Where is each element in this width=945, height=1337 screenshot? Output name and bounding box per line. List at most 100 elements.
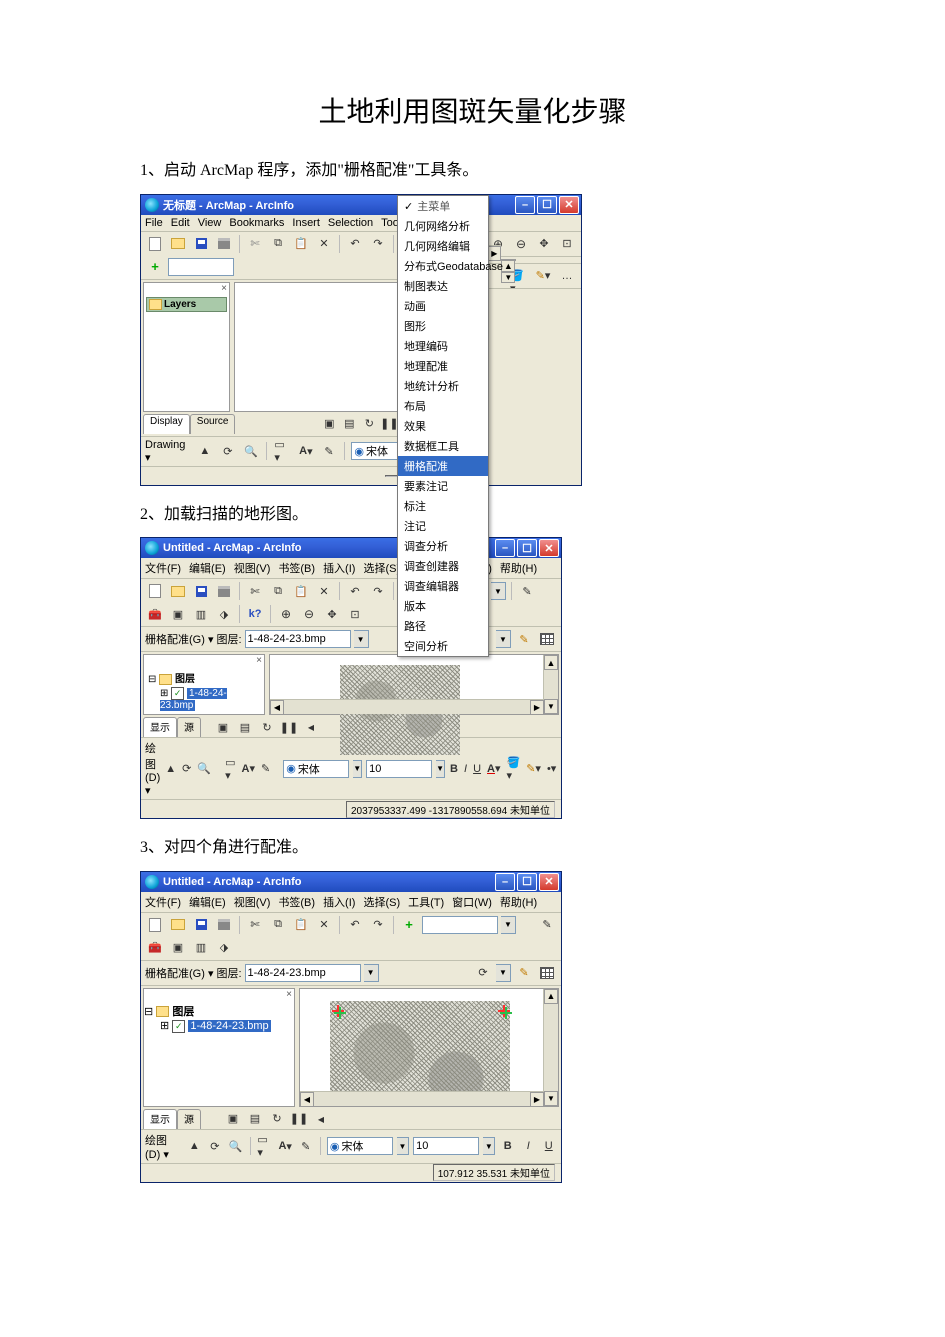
italic-button[interactable]: I — [463, 759, 468, 779]
save-button[interactable] — [191, 234, 211, 254]
pause-icon[interactable]: ❚❚ — [289, 1109, 309, 1129]
print-button[interactable] — [214, 915, 234, 935]
context-menu-item[interactable]: 地理编码 — [398, 336, 488, 356]
minimize-button[interactable]: – — [495, 539, 515, 557]
more-icon[interactable]: … — [557, 266, 577, 286]
menubar[interactable]: 文件(F) 编辑(E) 视图(V) 书签(B) 插入(I) 选择(S) 工具(T… — [141, 558, 561, 579]
tab-source[interactable]: Source — [190, 414, 236, 434]
edit-vertices-icon[interactable]: ✎ — [319, 441, 338, 461]
context-menu-item[interactable]: 几何网络编辑 — [398, 236, 488, 256]
menu-help[interactable]: 帮助(H) — [500, 894, 537, 910]
font-dropdown[interactable]: ▼ — [353, 760, 362, 778]
zoom-out-icon[interactable] — [299, 604, 319, 624]
redo-button[interactable]: ↷ — [368, 581, 388, 601]
zoom-in-icon[interactable] — [276, 604, 296, 624]
fontcolor-icon[interactable]: A▾ — [486, 759, 501, 779]
open-button[interactable] — [168, 581, 188, 601]
layoutview-icon[interactable]: ▤ — [339, 414, 359, 434]
menubar[interactable]: 文件(F) 编辑(E) 视图(V) 书签(B) 插入(I) 选择(S) 工具(T… — [141, 892, 561, 913]
map-canvas[interactable] — [269, 654, 559, 715]
bold-button[interactable]: B — [449, 759, 459, 779]
layer-dropdown[interactable]: ▼ — [364, 964, 379, 982]
copy-button[interactable]: ⧉ — [268, 581, 288, 601]
georef-menu[interactable]: 栅格配准(G) ▾ — [145, 965, 213, 981]
link-table-icon[interactable] — [537, 629, 557, 649]
font-select[interactable]: ◉宋体 — [283, 760, 349, 778]
whatsthis-icon[interactable]: k? — [245, 604, 265, 624]
text-tool-icon[interactable]: A ▾ — [241, 759, 256, 779]
maximize-button[interactable]: ☐ — [537, 196, 557, 214]
select-elements-icon[interactable]: ▲ — [195, 441, 214, 461]
scrollbar-vertical[interactable] — [543, 655, 558, 714]
menubar[interactable]: File Edit View Bookmarks Insert Selectio… — [141, 215, 581, 232]
rotate-icon[interactable]: ⟳ — [181, 759, 192, 779]
rect-tool-icon[interactable]: ▭ ▾ — [273, 441, 292, 461]
catalog-icon[interactable]: ▥ — [191, 938, 211, 958]
arctoolbox-icon[interactable]: 🧰 — [145, 604, 165, 624]
save-button[interactable] — [191, 915, 211, 935]
context-menu-item[interactable]: 调查分析 — [398, 536, 488, 556]
close-button[interactable]: ✕ — [539, 539, 559, 557]
context-menu-item[interactable]: 要素注记 — [398, 476, 488, 496]
pause-icon[interactable]: ❚❚ — [279, 717, 299, 737]
rotate-dropdown[interactable]: ▼ — [496, 630, 511, 648]
context-menu-item[interactable]: 效果 — [398, 416, 488, 436]
undo-button[interactable]: ↶ — [345, 234, 365, 254]
context-menu-item[interactable]: 几何网络分析 — [398, 216, 488, 236]
dataview-icon[interactable]: ▣ — [319, 414, 339, 434]
menu-help[interactable]: 帮助(H) — [500, 560, 537, 576]
redo-button[interactable]: ↷ — [368, 234, 388, 254]
paste-button[interactable]: 📋 — [291, 234, 311, 254]
editor-icon[interactable]: ✎ — [517, 581, 537, 601]
new-button[interactable] — [145, 915, 165, 935]
menu-view[interactable]: 视图(V) — [234, 894, 271, 910]
context-menu-item[interactable]: 图形 — [398, 316, 488, 336]
linecolor-icon[interactable]: ▾ — [533, 266, 553, 286]
save-button[interactable] — [191, 581, 211, 601]
dataview-icon[interactable]: ▣ — [213, 717, 233, 737]
scrollbar-horizontal[interactable] — [270, 699, 544, 714]
fontsize-dropdown[interactable]: ▼ — [483, 1137, 495, 1155]
rect-tool-icon[interactable]: ▭ ▾ — [224, 759, 236, 779]
undo-button[interactable]: ↶ — [345, 915, 365, 935]
cmdline-icon[interactable]: ▣ — [168, 604, 188, 624]
toc-layer-node[interactable]: ⊞ ✓ 1-48-24-23.bmp — [144, 1019, 294, 1033]
undo-button[interactable]: ↶ — [345, 581, 365, 601]
layer-select[interactable]: 1-48-24-23.bmp — [245, 630, 351, 648]
layoutview-icon[interactable]: ▤ — [235, 717, 255, 737]
dataview-icon[interactable]: ▣ — [223, 1109, 243, 1129]
delete-button[interactable]: ✕ — [314, 915, 334, 935]
copy-button[interactable]: ⧉ — [268, 915, 288, 935]
map-canvas[interactable] — [299, 988, 559, 1107]
text-tool-icon[interactable]: A ▾ — [296, 441, 315, 461]
context-menu-item[interactable]: 调查创建器 — [398, 556, 488, 576]
maximize-button[interactable]: ☐ — [517, 873, 537, 891]
fontsize-input[interactable]: 10 — [366, 760, 432, 778]
close-button[interactable]: ✕ — [539, 873, 559, 891]
print-button[interactable] — [214, 581, 234, 601]
minimize-button[interactable]: – — [495, 873, 515, 891]
font-select[interactable]: ◉宋体 — [327, 1137, 393, 1155]
zoom-icon[interactable]: 🔍 — [227, 1136, 244, 1156]
cmdline-icon[interactable]: ▣ — [168, 938, 188, 958]
drawing-label[interactable]: Drawing ▾ — [145, 439, 191, 464]
scrollbar-vertical[interactable] — [543, 989, 558, 1106]
menu-view[interactable]: 视图(V) — [234, 560, 271, 576]
maximize-button[interactable]: ☐ — [517, 539, 537, 557]
menu-view[interactable]: View — [198, 217, 222, 229]
menu-insert[interactable]: 插入(I) — [323, 560, 355, 576]
context-menu-item[interactable]: 制图表达 — [398, 276, 488, 296]
tab-display[interactable]: 显示 — [143, 1109, 177, 1129]
layer-select[interactable]: 1-48-24-23.bmp — [245, 964, 361, 982]
redo-button[interactable]: ↷ — [368, 915, 388, 935]
close-button[interactable]: ✕ — [559, 196, 579, 214]
paste-button[interactable]: 📋 — [291, 581, 311, 601]
tab-source[interactable]: 源 — [177, 717, 201, 737]
zoom-out-icon[interactable] — [511, 234, 531, 254]
add-data-button[interactable]: + — [399, 915, 419, 935]
scale-dropdown[interactable]: ▼ — [501, 916, 516, 934]
toc-root[interactable]: ⊟ 图层 — [144, 669, 264, 686]
add-control-point-icon[interactable] — [514, 963, 534, 983]
context-menu-item[interactable]: 注记 — [398, 516, 488, 536]
menu-edit[interactable]: Edit — [171, 217, 190, 229]
